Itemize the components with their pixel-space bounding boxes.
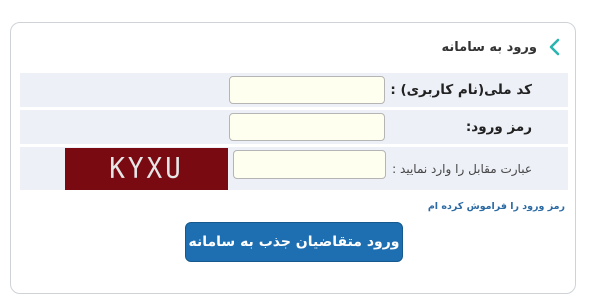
- login-panel: ورود به سامانه کد ملی(نام کاربری) : رمز …: [10, 22, 576, 294]
- password-label: رمز ورود:: [465, 119, 532, 135]
- captcha-image: KYXU: [65, 148, 228, 190]
- national-id-label: کد ملی(نام کاربری) :: [390, 82, 532, 98]
- captcha-row: عبارت مقابل را وارد نمایید : KYXU: [20, 147, 568, 190]
- password-input[interactable]: [229, 113, 385, 141]
- captcha-label: عبارت مقابل را وارد نمایید :: [392, 161, 532, 176]
- captcha-input[interactable]: [233, 150, 386, 179]
- national-id-input[interactable]: [229, 76, 385, 104]
- captcha-text: KYXU: [109, 152, 184, 186]
- login-button[interactable]: ورود متقاضیان جذب به سامانه: [185, 222, 403, 262]
- national-id-row: کد ملی(نام کاربری) :: [20, 73, 568, 107]
- page-title: ورود به سامانه: [441, 39, 538, 55]
- panel-header: ورود به سامانه: [442, 34, 566, 60]
- chevron-left-icon: [543, 36, 565, 58]
- forgot-password-link[interactable]: رمز ورود را فراموش کرده ام: [428, 201, 565, 212]
- password-row: رمز ورود:: [20, 110, 568, 144]
